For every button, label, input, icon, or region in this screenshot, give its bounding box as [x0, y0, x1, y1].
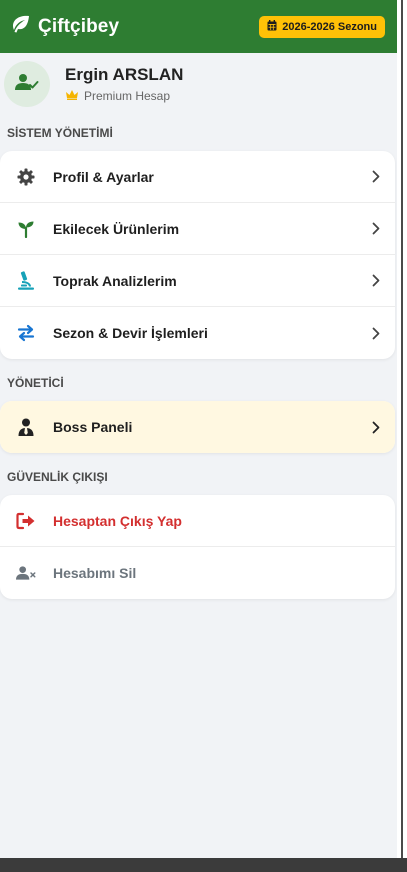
microscope-icon [16, 271, 36, 291]
brand-title: Çiftçibey [38, 15, 120, 37]
season-badge[interactable]: 2026-2026 Sezonu [259, 15, 385, 38]
menu-item-label: Toprak Analizlerim [53, 272, 177, 289]
menu-item-profile-settings[interactable]: Profil & Ayarlar [0, 151, 395, 203]
crown-icon [65, 89, 79, 103]
chevron-right-icon [371, 222, 381, 236]
chevron-right-icon [371, 274, 381, 288]
menu-item-crops[interactable]: Ekilecek Ürünlerim [0, 203, 395, 255]
chevron-right-icon [371, 326, 381, 340]
user-name: Ergin ARSLAN [65, 65, 184, 84]
membership-badge: Premium Hesap [65, 89, 183, 103]
menu-item-label: Ekilecek Ürünlerim [53, 220, 180, 237]
user-delete-icon [16, 563, 36, 583]
exchange-arrows-icon [16, 323, 36, 343]
chevron-right-icon [371, 170, 381, 184]
user-check-icon [15, 73, 39, 96]
app-header: Çiftçibey 2026-2026 Sezonu [0, 0, 397, 53]
admin-menu-card: Boss Paneli [0, 401, 395, 453]
logout-icon [16, 511, 36, 531]
window-edge [397, 0, 407, 872]
menu-item-label: Boss Paneli [53, 419, 133, 435]
membership-label: Premium Hesap [84, 89, 171, 103]
profile-summary: Ergin ARSLAN Premium Hesap [0, 53, 397, 115]
chevron-right-icon [371, 420, 381, 434]
calendar-icon [267, 19, 277, 34]
leaf-icon [10, 15, 30, 38]
section-title-admin: YÖNETİCİ [7, 376, 64, 390]
avatar [4, 61, 50, 107]
menu-item-label: Profil & Ayarlar [53, 168, 154, 185]
season-label: 2026-2026 Sezonu [282, 20, 377, 33]
security-menu-card: Hesaptan Çıkış Yap Hesabımı Sil [0, 495, 395, 599]
menu-item-soil-analysis[interactable]: Toprak Analizlerim [0, 255, 395, 307]
menu-item-label: Sezon & Devir İşlemleri [53, 325, 208, 341]
profile-info: Ergin ARSLAN Premium Hesap [65, 65, 183, 103]
app-screen: Çiftçibey 2026-2026 Sezonu Ergin ARSLAN … [0, 0, 397, 858]
seedling-icon [16, 219, 36, 239]
menu-item-delete-account[interactable]: Hesabımı Sil [0, 547, 395, 599]
brand[interactable]: Çiftçibey [10, 15, 119, 38]
section-title-system: SİSTEM YÖNETİMİ [7, 126, 113, 140]
menu-item-boss-panel[interactable]: Boss Paneli [0, 401, 395, 453]
section-title-security: GÜVENLİK ÇIKIŞI [7, 470, 108, 484]
window-bottom-edge [0, 858, 407, 872]
menu-item-label: Hesaptan Çıkış Yap [53, 512, 182, 529]
menu-item-logout[interactable]: Hesaptan Çıkış Yap [0, 495, 395, 547]
gear-icon [16, 167, 36, 187]
menu-item-label: Hesabımı Sil [53, 565, 137, 581]
user-tie-icon [16, 417, 36, 437]
menu-item-season-transfer[interactable]: Sezon & Devir İşlemleri [0, 307, 395, 359]
system-menu-card: Profil & Ayarlar Ekilecek Ürünlerim Topr… [0, 151, 395, 359]
